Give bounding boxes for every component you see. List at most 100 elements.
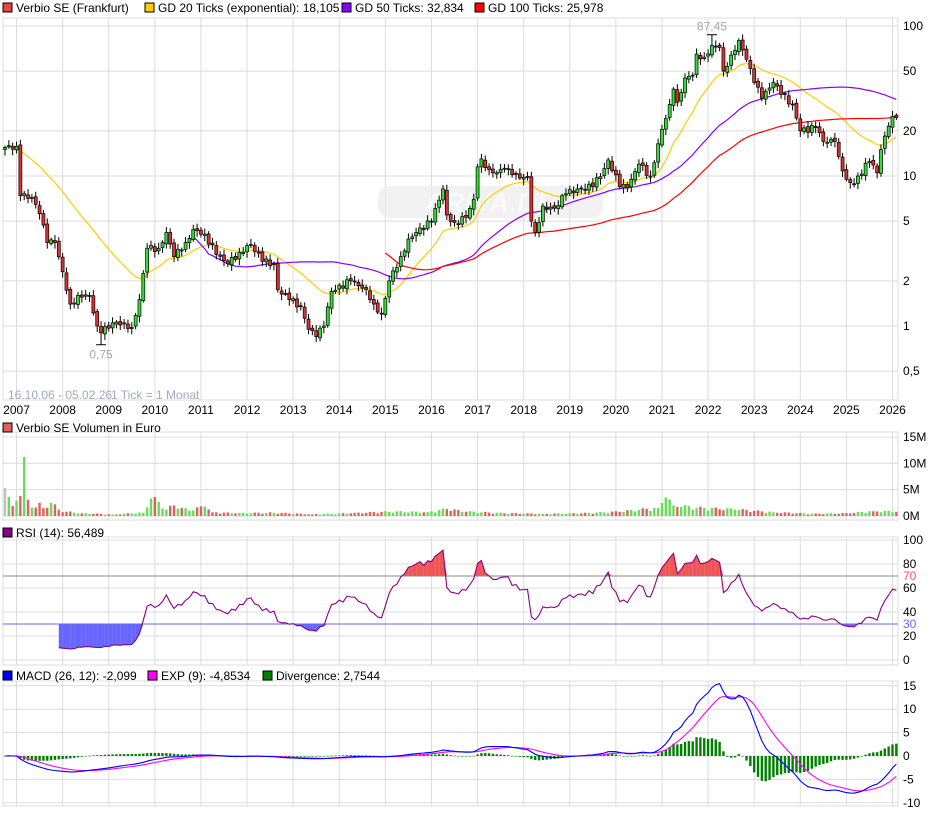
- candle-body: [584, 189, 587, 190]
- volume-bar: [503, 513, 505, 516]
- divergence-bar: [884, 749, 886, 756]
- volume-bar: [611, 512, 613, 516]
- candle-body: [272, 264, 275, 265]
- divergence-bar: [177, 754, 179, 756]
- volume-bar: [549, 514, 551, 516]
- volume-bar: [584, 513, 586, 516]
- divergence-bar: [845, 756, 847, 760]
- divergence-bar: [181, 754, 183, 756]
- candle-body: [649, 176, 652, 177]
- divergence-bar: [780, 756, 782, 774]
- candle-body: [876, 166, 879, 173]
- divergence-bar: [891, 744, 893, 756]
- candle-body: [103, 327, 106, 334]
- volume-bar: [280, 513, 282, 516]
- volume-bar: [338, 513, 340, 516]
- volume-bar: [246, 514, 248, 516]
- legend-swatch: [3, 528, 12, 537]
- volume-bar: [492, 514, 494, 516]
- volume-bar: [296, 513, 298, 516]
- volume-bar: [230, 513, 232, 516]
- volume-bar: [223, 513, 225, 516]
- volume-bar: [142, 513, 144, 516]
- volume-bar: [515, 513, 517, 516]
- divergence-bar: [307, 756, 309, 757]
- x-tick-label: 2023: [741, 403, 768, 417]
- volume-bar: [288, 514, 290, 516]
- candle-body: [503, 168, 506, 169]
- volume-bar: [73, 513, 75, 516]
- volume-bar: [526, 513, 528, 516]
- candle-body: [115, 322, 118, 324]
- candle-body: [149, 245, 152, 248]
- volume-bar: [407, 512, 409, 516]
- divergence-bar: [688, 741, 690, 756]
- divergence-bar: [50, 756, 52, 760]
- divergence-bar: [864, 755, 866, 756]
- divergence-bar: [649, 756, 651, 757]
- volume-bar: [799, 513, 801, 516]
- candle-body: [38, 206, 41, 214]
- divergence-bar: [818, 756, 820, 765]
- volume-bar: [876, 511, 878, 516]
- candle-body: [718, 45, 721, 47]
- volume-bar: [607, 513, 609, 516]
- volume-bar: [834, 514, 836, 516]
- volume-bar: [715, 508, 717, 516]
- divergence-bar: [726, 756, 728, 757]
- tick-interval-label: 1 Tick = 1 Monat: [111, 388, 200, 402]
- volume-bar: [684, 505, 686, 516]
- divergence-bar: [530, 756, 532, 759]
- volume-bar: [257, 513, 259, 516]
- candle-body: [249, 244, 252, 245]
- candle-body: [591, 183, 594, 187]
- volume-bar: [396, 511, 398, 516]
- candle-body: [65, 273, 68, 290]
- x-tick-label: 2017: [464, 403, 491, 417]
- divergence-bar: [134, 754, 136, 756]
- candle-body: [253, 245, 256, 251]
- divergence-bar: [718, 742, 720, 756]
- candle-body: [69, 289, 72, 304]
- divergence-bar: [745, 756, 747, 761]
- x-tick-label: 2020: [603, 403, 630, 417]
- candle-body: [783, 94, 786, 95]
- rsi-oversold-fill: [74, 624, 78, 649]
- volume-bar: [307, 514, 309, 516]
- volume-bar: [488, 513, 490, 516]
- candle-body: [111, 323, 114, 328]
- volume-bar: [353, 513, 355, 516]
- candle-body: [691, 75, 694, 76]
- candle-body: [126, 324, 129, 328]
- candle-body: [611, 161, 614, 171]
- candle-body: [92, 296, 95, 313]
- macd-y-tick-label: 0: [903, 749, 910, 763]
- candle-body: [157, 248, 160, 251]
- x-tick-label: 2025: [833, 403, 860, 417]
- volume-bar: [123, 514, 125, 516]
- volume-bar: [692, 510, 694, 516]
- candle-body: [561, 196, 564, 207]
- divergence-bar: [157, 753, 159, 756]
- candle-body: [660, 129, 663, 145]
- candle-body: [257, 252, 260, 253]
- volume-bar: [676, 507, 678, 516]
- candle-body: [276, 264, 279, 290]
- divergence-bar: [81, 756, 83, 757]
- volume-bar: [46, 508, 48, 516]
- volume-bar: [388, 512, 390, 516]
- x-tick-label: 2012: [234, 403, 261, 417]
- candle-body: [173, 243, 176, 257]
- volume-bar: [572, 513, 574, 516]
- candle-body: [430, 221, 433, 222]
- candle-body: [576, 189, 579, 192]
- candle-body: [211, 243, 214, 245]
- rsi-overbought-fill: [700, 563, 704, 576]
- divergence-bar: [127, 754, 129, 756]
- candle-body: [599, 177, 602, 179]
- candle-body: [411, 237, 414, 239]
- candle-body: [476, 167, 479, 198]
- candle-body: [568, 190, 571, 194]
- candle-body: [196, 229, 199, 231]
- divergence-bar: [630, 756, 632, 757]
